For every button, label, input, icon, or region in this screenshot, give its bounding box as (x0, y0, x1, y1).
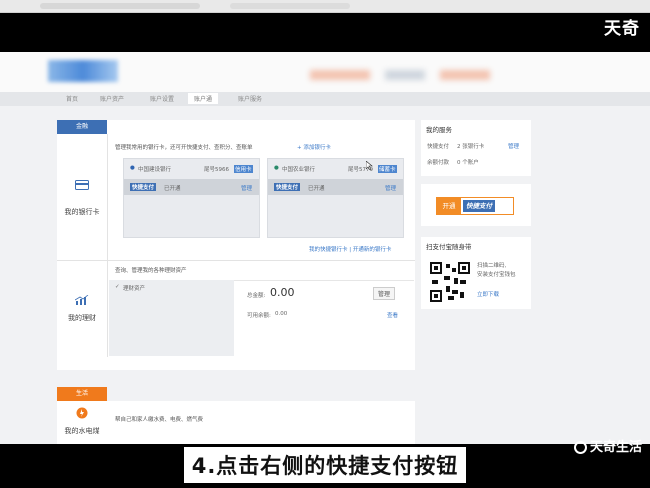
nav-item-account-pass[interactable]: 账户通 (188, 93, 219, 104)
balance-service-value: 0 个账户 (457, 160, 479, 166)
header-link[interactable] (310, 70, 370, 80)
mouse-cursor-icon (366, 161, 373, 170)
qr-code-image (430, 262, 470, 302)
video-caption: 4.点击右侧的快捷支付按钮 (0, 447, 650, 483)
bank-card-icon (75, 180, 89, 190)
life-section: 生活 我的水电煤 帮自己和家人缴水费、电费、燃气费 (57, 370, 415, 444)
bank-card-cell: 我的银行卡 (57, 134, 108, 260)
bank-card-ccb[interactable]: ● 中国建设银行 尾号5966 信用卡 快捷支付 已开通 管理 (123, 158, 260, 238)
card-status: 已开通 (164, 186, 181, 192)
qr-title: 扫支付宝随身带 (426, 243, 472, 251)
services-title: 我的服务 (426, 126, 452, 134)
browser-tab[interactable] (230, 3, 350, 9)
finance-label[interactable]: 我的理财 (57, 313, 107, 323)
card-type-badge: 储蓄卡 (378, 165, 397, 173)
download-link[interactable]: 立即下载 (477, 290, 499, 298)
header-link[interactable] (440, 70, 490, 80)
nav-item-settings[interactable]: 账户设置 (150, 94, 174, 103)
caption-text: 4.点击右侧的快捷支付按钮 (183, 447, 467, 483)
utility-label[interactable]: 我的水电煤 (57, 426, 107, 436)
quickpay-panel: 开通 快捷支付 (421, 184, 531, 226)
my-services-panel: 我的服务 快捷支付 2 张银行卡 管理 余额付款 0 个账户 (421, 120, 531, 176)
bank-card-abc[interactable]: ● 中国农业银行 尾号5779 储蓄卡 快捷支付 已开通 管理 (267, 158, 404, 238)
card-manage-link[interactable]: 管理 (241, 184, 252, 192)
utility-icon (76, 407, 88, 419)
nav-item-home[interactable]: 首页 (66, 94, 78, 103)
bank-name: 中国农业银行 (282, 167, 316, 173)
quickpay-service-value: 2 张银行卡 (457, 144, 485, 150)
chart-trend-icon (75, 295, 89, 305)
qr-desc-1: 扫描二维码, (477, 263, 507, 269)
asset-title: 理财资产 (123, 286, 146, 292)
finance-asset-box: ✓ 理财资产 (109, 280, 234, 356)
site-logo[interactable] (48, 60, 118, 82)
available-value: 0.00 (275, 311, 288, 317)
card-tail: 尾号5966 (204, 167, 229, 173)
watermark-top: 天奇 (604, 19, 640, 39)
check-icon: ✓ (115, 284, 120, 290)
nav-item-services[interactable]: 账户服务 (238, 94, 262, 103)
main-nav: 首页 账户资产 账户设置 账户通 账户服务 (0, 92, 650, 106)
site-header (0, 52, 650, 92)
finance-query-link[interactable]: 查看 (387, 311, 398, 319)
card-status: 已开通 (308, 186, 325, 192)
browser-tab[interactable] (40, 3, 200, 9)
bank-logo-icon: ● (130, 165, 135, 171)
utility-description: 帮自己和家人缴水费、电费、燃气费 (115, 417, 204, 423)
card-manage-link[interactable]: 管理 (385, 184, 396, 192)
open-label: 开通 (437, 198, 461, 214)
bank-card-label[interactable]: 我的银行卡 (57, 207, 107, 217)
quickpay-open-button[interactable]: 开通 快捷支付 (436, 197, 514, 215)
total-label: 总金额: (247, 293, 266, 299)
available-label: 可用余额: (247, 313, 271, 319)
life-body: 我的水电煤 帮自己和家人缴水费、电费、燃气费 (57, 401, 415, 444)
quickpay-label: 快捷支付 (463, 200, 495, 212)
section-tab-finance: 金融 (57, 120, 107, 134)
bank-card-description: 管理我常用的银行卡，还可开快捷支付、查积分、查账单 (115, 145, 253, 151)
quickpay-service-label: 快捷支付 (427, 144, 450, 150)
browser-tab-strip (0, 0, 650, 13)
header-link[interactable] (385, 70, 425, 80)
browser-viewport: 首页 账户资产 账户设置 账户通 账户服务 金融 我的银行卡 管理我常用的银行卡… (0, 52, 650, 444)
card-type-badge: 信用卡 (234, 165, 253, 173)
balance-service-label: 余额付款 (427, 160, 450, 166)
add-bank-card-link[interactable]: + 添加银行卡 (297, 143, 331, 151)
divider (57, 260, 415, 261)
quickpay-mini-logo: 快捷支付 (130, 183, 157, 191)
quickpay-service-manage[interactable]: 管理 (508, 142, 519, 150)
finance-description: 查询、管理我的各种理财资产 (115, 268, 187, 274)
bank-card-links[interactable]: 我的快捷银行卡 | 开通新的银行卡 (309, 245, 391, 253)
section-tab-life: 生活 (57, 387, 107, 401)
finance-cell: 我的理财 (57, 261, 108, 357)
qr-desc-2: 安装支付宝钱包 (477, 272, 516, 278)
nav-item-assets[interactable]: 账户资产 (100, 94, 124, 103)
bank-name: 中国建设银行 (138, 167, 172, 173)
bank-logo-icon: ● (274, 165, 279, 171)
total-value: 0.00 (270, 286, 295, 299)
finance-manage-button[interactable]: 管理 (373, 287, 396, 300)
quickpay-mini-logo: 快捷支付 (274, 183, 301, 191)
